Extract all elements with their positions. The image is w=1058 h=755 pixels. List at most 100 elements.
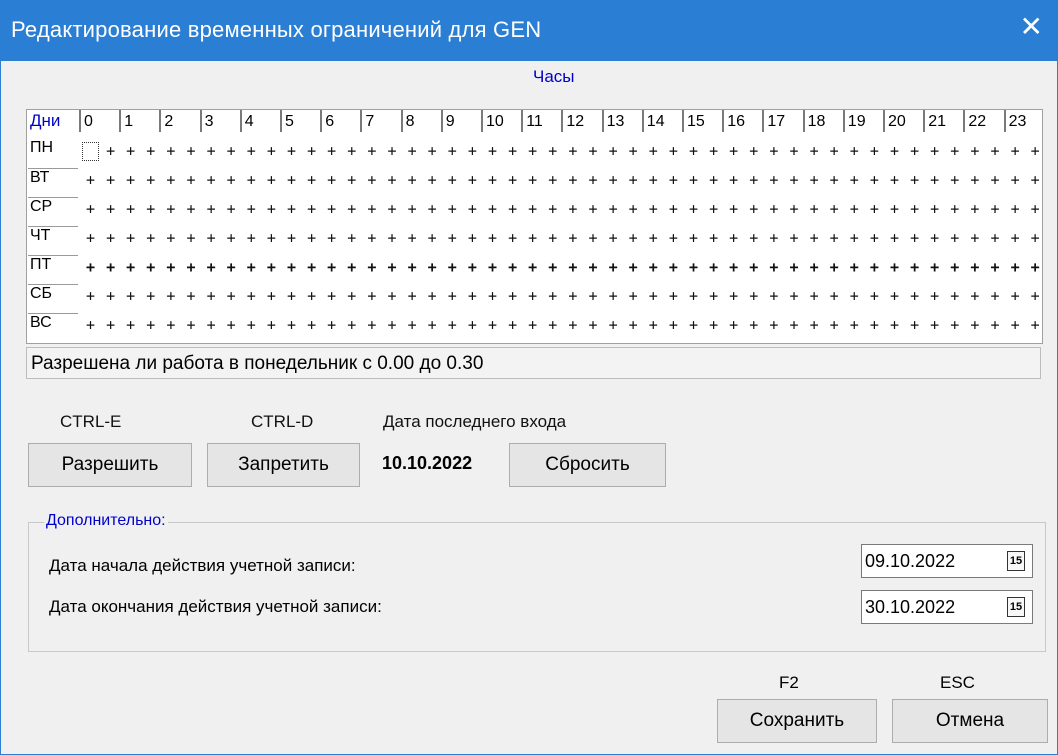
calendar-icon[interactable]: 15 bbox=[1007, 551, 1025, 571]
schedule-cell[interactable]: + bbox=[403, 255, 422, 279]
hour-label[interactable]: 9 bbox=[440, 110, 481, 132]
schedule-cell[interactable]: + bbox=[905, 226, 924, 250]
schedule-cell[interactable]: + bbox=[845, 313, 864, 337]
schedule-cell[interactable]: + bbox=[684, 197, 703, 221]
schedule-cell[interactable]: + bbox=[905, 255, 924, 279]
schedule-cell[interactable]: + bbox=[101, 139, 120, 163]
schedule-cell[interactable]: + bbox=[101, 255, 120, 279]
schedule-cell[interactable]: + bbox=[342, 197, 361, 221]
schedule-cell[interactable]: + bbox=[342, 313, 361, 337]
schedule-cell[interactable]: + bbox=[443, 168, 462, 192]
schedule-cell[interactable]: + bbox=[684, 313, 703, 337]
schedule-cell[interactable]: + bbox=[684, 168, 703, 192]
schedule-cell[interactable]: + bbox=[744, 255, 763, 279]
calendar-icon[interactable]: 15 bbox=[1007, 597, 1025, 617]
hour-label[interactable]: 1 bbox=[119, 110, 159, 132]
schedule-cell[interactable]: + bbox=[443, 255, 462, 279]
schedule-cell[interactable]: + bbox=[322, 284, 341, 308]
schedule-cell[interactable]: + bbox=[503, 139, 522, 163]
schedule-cell[interactable]: + bbox=[764, 197, 783, 221]
schedule-cell[interactable]: + bbox=[222, 255, 241, 279]
schedule-cell[interactable]: + bbox=[664, 197, 683, 221]
schedule-cell[interactable]: + bbox=[744, 139, 763, 163]
schedule-cell[interactable]: + bbox=[945, 284, 964, 308]
schedule-cell[interactable]: + bbox=[222, 226, 241, 250]
schedule-cell[interactable]: + bbox=[1026, 168, 1045, 192]
schedule-cell[interactable]: + bbox=[443, 226, 462, 250]
schedule-cell[interactable]: + bbox=[342, 284, 361, 308]
schedule-cell[interactable]: + bbox=[905, 168, 924, 192]
schedule-cell[interactable]: + bbox=[202, 139, 221, 163]
schedule-cell[interactable]: + bbox=[624, 255, 643, 279]
schedule-cell[interactable]: + bbox=[101, 168, 120, 192]
schedule-cell[interactable]: + bbox=[1026, 139, 1045, 163]
schedule-cell[interactable]: + bbox=[704, 168, 723, 192]
schedule-cell[interactable]: + bbox=[764, 168, 783, 192]
schedule-cell[interactable]: + bbox=[322, 226, 341, 250]
schedule-cell[interactable]: + bbox=[986, 226, 1005, 250]
schedule-cell[interactable]: + bbox=[604, 284, 623, 308]
schedule-cell[interactable]: + bbox=[503, 255, 522, 279]
schedule-cell[interactable]: + bbox=[383, 168, 402, 192]
schedule-cell[interactable]: + bbox=[584, 255, 603, 279]
schedule-cell[interactable]: + bbox=[222, 313, 241, 337]
schedule-cell[interactable]: + bbox=[805, 168, 824, 192]
schedule-cell[interactable]: + bbox=[523, 284, 542, 308]
schedule-cell[interactable]: + bbox=[302, 197, 321, 221]
schedule-cell[interactable]: + bbox=[101, 226, 120, 250]
schedule-cell[interactable]: + bbox=[423, 255, 442, 279]
schedule-cell[interactable]: + bbox=[644, 284, 663, 308]
schedule-cell[interactable]: + bbox=[825, 168, 844, 192]
schedule-cell[interactable]: + bbox=[282, 255, 301, 279]
schedule-cell[interactable]: + bbox=[925, 139, 944, 163]
schedule-cell[interactable]: + bbox=[764, 139, 783, 163]
schedule-cell[interactable]: + bbox=[282, 284, 301, 308]
schedule-cell[interactable]: + bbox=[182, 139, 201, 163]
schedule-cell[interactable]: + bbox=[744, 197, 763, 221]
schedule-cell[interactable]: + bbox=[764, 284, 783, 308]
schedule-cell[interactable]: + bbox=[362, 284, 381, 308]
schedule-cell[interactable]: + bbox=[704, 284, 723, 308]
schedule-cell[interactable]: + bbox=[845, 139, 864, 163]
schedule-cell[interactable]: + bbox=[322, 168, 341, 192]
schedule-cell[interactable]: + bbox=[1026, 313, 1045, 337]
schedule-cell[interactable]: + bbox=[543, 284, 562, 308]
schedule-cell[interactable]: + bbox=[543, 255, 562, 279]
schedule-cell[interactable]: + bbox=[161, 313, 180, 337]
schedule-cell[interactable] bbox=[81, 139, 100, 163]
schedule-cell[interactable]: + bbox=[563, 284, 582, 308]
schedule-cell[interactable]: + bbox=[644, 139, 663, 163]
schedule-cell[interactable]: + bbox=[825, 313, 844, 337]
schedule-cell[interactable]: + bbox=[865, 284, 884, 308]
schedule-cell[interactable]: + bbox=[403, 139, 422, 163]
schedule-cell[interactable]: + bbox=[644, 197, 663, 221]
schedule-cell[interactable]: + bbox=[805, 284, 824, 308]
schedule-cell[interactable]: + bbox=[664, 313, 683, 337]
hour-label[interactable]: 18 bbox=[802, 110, 843, 132]
schedule-cell[interactable]: + bbox=[563, 197, 582, 221]
schedule-cell[interactable]: + bbox=[1006, 226, 1025, 250]
schedule-cell[interactable]: + bbox=[141, 284, 160, 308]
schedule-cell[interactable]: + bbox=[543, 226, 562, 250]
schedule-cell[interactable]: + bbox=[845, 226, 864, 250]
schedule-cell[interactable]: + bbox=[584, 313, 603, 337]
schedule-cell[interactable]: + bbox=[503, 313, 522, 337]
schedule-cell[interactable]: + bbox=[724, 313, 743, 337]
schedule-cell[interactable]: + bbox=[222, 168, 241, 192]
day-label[interactable]: ПТ bbox=[28, 255, 78, 279]
schedule-cell[interactable]: + bbox=[463, 284, 482, 308]
schedule-cell[interactable]: + bbox=[684, 226, 703, 250]
schedule-cell[interactable]: + bbox=[724, 284, 743, 308]
start-date-field[interactable]: 09.10.2022 15 bbox=[861, 544, 1033, 578]
schedule-cell[interactable]: + bbox=[362, 226, 381, 250]
schedule-cell[interactable]: + bbox=[764, 313, 783, 337]
schedule-cell[interactable]: + bbox=[865, 168, 884, 192]
schedule-cell[interactable]: + bbox=[443, 284, 462, 308]
schedule-cell[interactable]: + bbox=[81, 255, 100, 279]
schedule-cell[interactable]: + bbox=[584, 139, 603, 163]
schedule-cell[interactable]: + bbox=[362, 168, 381, 192]
schedule-cell[interactable]: + bbox=[463, 168, 482, 192]
schedule-cell[interactable]: + bbox=[885, 226, 904, 250]
schedule-cell[interactable]: + bbox=[563, 139, 582, 163]
schedule-cell[interactable]: + bbox=[885, 197, 904, 221]
